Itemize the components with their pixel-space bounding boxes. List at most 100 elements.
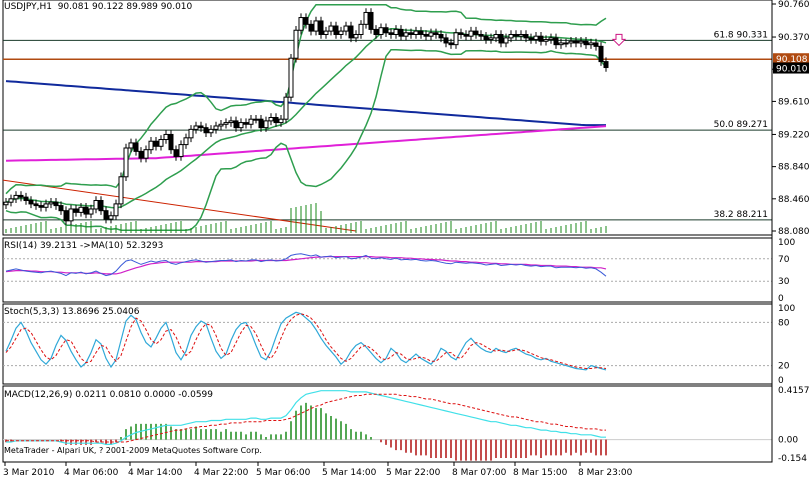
candle-body: [458, 32, 464, 35]
candle-body: [238, 122, 244, 129]
candle-body: [248, 118, 254, 125]
candle-body: [33, 203, 39, 207]
candle-body: [378, 27, 384, 35]
time-tick-label: 5 Mar 14:00: [322, 468, 377, 478]
candle-body: [123, 147, 129, 178]
price-tick-label: 89.610: [778, 97, 810, 107]
candle-body: [298, 17, 304, 31]
rsi-tick-label: 100: [778, 238, 795, 248]
candle-body: [173, 149, 179, 157]
candle-body: [473, 30, 479, 35]
candle-body: [53, 201, 59, 207]
candle-body: [428, 32, 434, 37]
time-tick-label: 3 Mar 2010: [3, 468, 55, 478]
price-tick-label: 90.370: [778, 33, 810, 43]
candle-body: [468, 30, 474, 37]
stoch-tick-label: 0: [778, 376, 784, 386]
candle-body: [538, 35, 544, 42]
rsi-tick-label: 0: [778, 294, 784, 304]
candle-body: [398, 28, 404, 37]
candle-body: [508, 33, 514, 39]
candle-body: [563, 42, 569, 45]
candle-body: [303, 17, 309, 25]
candle-body: [48, 201, 54, 205]
fibo-level-label: 61.8 90.331: [714, 30, 768, 40]
candle-body: [343, 25, 349, 32]
down-arrow-marker: [611, 33, 627, 47]
candle-body: [263, 120, 269, 129]
candle-body: [158, 139, 164, 147]
stoch-title: Stoch(5,3,3) 13.8696 25.0406: [4, 307, 140, 317]
candle-body: [98, 200, 104, 212]
ohlc-values: 90.081 90.122 89.989 90.010: [57, 2, 193, 12]
stoch-tick-label: 80: [778, 318, 790, 328]
candle-body: [403, 32, 409, 37]
candle-body: [443, 37, 449, 44]
candle-body: [43, 203, 49, 208]
candle-body: [318, 20, 324, 35]
candle-body: [218, 123, 224, 127]
candle-body: [578, 40, 584, 44]
candle-body: [568, 40, 574, 44]
symbol-title: USDJPY,H1 90.081 90.122 89.989 90.010: [4, 2, 192, 12]
candle-body: [138, 150, 144, 159]
candle-body: [423, 33, 429, 37]
candle-body: [288, 57, 294, 98]
candle-body: [493, 33, 499, 39]
time-tick-label: 4 Mar 14:00: [128, 468, 183, 478]
price-tick-label: 90.760: [778, 0, 810, 10]
candle-body: [433, 32, 439, 35]
rsi-tick-label: 70: [778, 255, 790, 265]
candle-body: [68, 208, 74, 222]
time-tick-label: 5 Mar 06:00: [256, 468, 311, 478]
candle-body: [163, 133, 169, 141]
rsi-title: RSI(14) 39.2131 ->MA(10) 52.3293: [4, 241, 164, 251]
candle-body: [358, 23, 364, 35]
candle-body: [448, 42, 454, 46]
macd-tick-label: 0.4157: [778, 386, 810, 396]
candle-body: [548, 37, 554, 41]
bollinger-middle: [5, 27, 607, 209]
candle-body: [313, 20, 319, 32]
macd-title: MACD(12,26,9) 0.0211 0.0810 0.0000 -0.05…: [4, 390, 214, 400]
candle-body: [368, 11, 374, 30]
candle-body: [488, 37, 494, 41]
stoch-tick-label: 20: [778, 362, 790, 372]
candle-body: [73, 208, 79, 213]
candle-body: [558, 42, 564, 46]
last-price-label: 90.010: [776, 65, 808, 75]
copyright-text: MetaTrader - Alpari UK, ? 2001-2009 Meta…: [4, 446, 262, 455]
candle-body: [573, 40, 579, 44]
candle-body: [593, 42, 599, 47]
candle-body: [23, 196, 29, 202]
candle-body: [413, 30, 419, 35]
symbol-label: USDJPY,H1: [4, 2, 52, 12]
candle-body: [553, 37, 559, 46]
time-tick-label: 5 Mar 22:00: [386, 468, 441, 478]
candle-body: [38, 205, 44, 208]
time-tick-label: 4 Mar 06:00: [64, 468, 119, 478]
candle-body: [533, 35, 539, 41]
candle-body: [453, 32, 459, 46]
candle-body: [498, 33, 504, 44]
candle-body: [63, 210, 69, 222]
candle-body: [293, 29, 299, 59]
candle-body: [148, 140, 154, 151]
candle-body: [383, 27, 389, 34]
candle-body: [103, 210, 109, 220]
candle-body: [478, 33, 484, 37]
candle-body: [363, 11, 369, 25]
candle-body: [253, 118, 259, 121]
time-tick-label: 8 Mar 15:00: [513, 468, 568, 478]
candle-body: [588, 42, 594, 46]
fibo-level-label: 38.2 88.211: [714, 210, 768, 220]
candle-body: [13, 194, 19, 200]
candle-body: [333, 25, 339, 35]
candle-body: [228, 120, 234, 124]
candle-body: [233, 120, 239, 129]
candle-body: [388, 32, 394, 35]
rsi-tick-label: 30: [778, 277, 790, 287]
candle-body: [118, 176, 124, 205]
main-price-pane: 90.76090.37089.99089.61089.22088.84088.4…: [2, 0, 810, 237]
candle-body: [213, 125, 219, 130]
